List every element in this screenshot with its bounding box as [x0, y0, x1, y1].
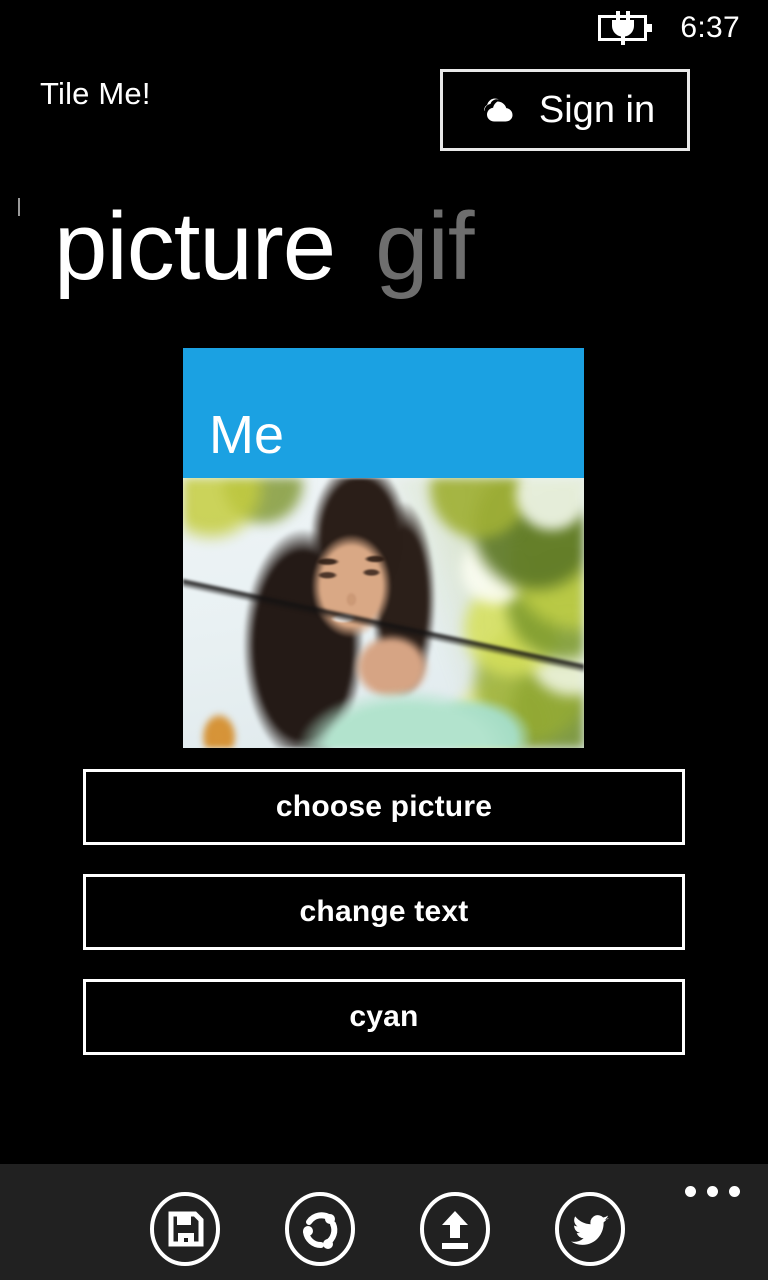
- twitter-icon: [553, 1191, 627, 1271]
- pivot-item-picture[interactable]: picture: [54, 190, 336, 303]
- tile-color-button[interactable]: cyan: [83, 979, 685, 1055]
- status-bar-clock: 6:37: [680, 11, 740, 44]
- ellipsis-dot-icon: [707, 1186, 718, 1197]
- ellipsis-dot-icon: [685, 1186, 696, 1197]
- sign-in-label: Sign in: [538, 89, 656, 131]
- choose-picture-button[interactable]: choose picture: [83, 769, 685, 845]
- share-icon: [283, 1191, 357, 1271]
- tile-text-label: Me: [209, 405, 285, 465]
- save-button[interactable]: [140, 1191, 229, 1271]
- upload-button[interactable]: [410, 1191, 499, 1271]
- pivot-previous-indicator: [18, 198, 20, 216]
- status-bar: 6:37: [0, 0, 768, 56]
- share-button[interactable]: [275, 1191, 364, 1271]
- save-icon: [148, 1191, 222, 1271]
- sign-in-button[interactable]: Sign in: [440, 69, 690, 151]
- tile-photo: [183, 478, 584, 748]
- title-row: Tile Me! Sign in: [0, 62, 768, 162]
- action-button-list: choose picture change text cyan: [83, 769, 685, 1055]
- twitter-button[interactable]: [545, 1191, 634, 1271]
- app-bar: [0, 1164, 768, 1280]
- battery-charging-icon: [598, 11, 654, 45]
- onedrive-cloud-icon: [475, 91, 529, 130]
- pivot-header: picture gif: [0, 193, 768, 316]
- ellipsis-dot-icon: [729, 1186, 740, 1197]
- page-title: Tile Me!: [40, 76, 151, 111]
- pivot-item-gif[interactable]: gif: [375, 190, 474, 303]
- tile-preview[interactable]: Me: [183, 348, 584, 748]
- change-text-button[interactable]: change text: [83, 874, 685, 950]
- tile-header: Me: [183, 348, 584, 478]
- phone-screen: 6:37 Tile Me! Sign in picture gif Me cho…: [0, 0, 768, 1280]
- app-bar-overflow-button[interactable]: [685, 1186, 740, 1197]
- upload-icon: [418, 1191, 492, 1271]
